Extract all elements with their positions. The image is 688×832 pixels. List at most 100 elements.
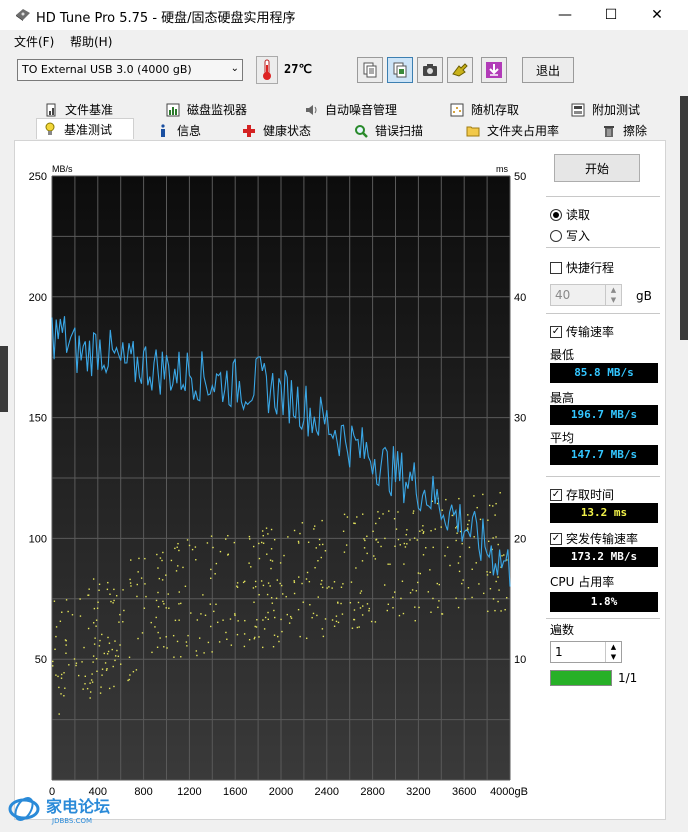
access-time-point [65,644,67,646]
access-time-point [91,681,94,683]
access-time-point [178,619,180,621]
access-time-point [501,555,503,557]
access-time-point [159,557,162,559]
read-radio[interactable]: 读取 [550,206,590,223]
access-time-point [275,597,278,599]
access-time-point [107,581,109,584]
access-time-point [270,548,273,550]
access-time-point [322,635,325,638]
access-time-point [281,630,283,633]
access-time-point [312,612,315,615]
access-time-point [174,547,176,550]
access-time-point [500,610,502,612]
write-radio[interactable]: 写入 [550,227,590,244]
access-time-point [198,637,201,639]
access-time-point [157,591,159,594]
access-time-point [227,534,229,537]
tab-extra-tests[interactable]: 附加测试 [571,99,640,120]
access-time-point [99,639,101,642]
access-time-point [233,541,236,544]
access-time-point [288,622,291,624]
access-time-checkbox[interactable]: ✓ 存取时间 [550,486,614,503]
transfer-rate-checkbox[interactable]: ✓ 传输速率 [550,323,614,340]
access-time-point [427,591,430,593]
access-time-point [174,619,177,622]
access-time-point [399,544,401,546]
access-time-point [286,613,288,616]
y-right-tick-label: 30 [514,413,526,425]
cpu-label: CPU 占用率 [550,575,615,589]
close-button[interactable]: ✕ [634,0,680,30]
access-time-point [84,675,86,678]
access-time-point [159,637,161,639]
access-time-point [219,550,222,553]
access-time-point [476,506,478,509]
access-time-point [65,599,68,601]
access-time-point [468,519,470,522]
passes-spinner[interactable]: 1 ▲ ▼ [550,641,622,663]
access-time-point [248,639,251,641]
access-time-point [96,670,98,673]
access-time-point [163,646,165,648]
access-time-point [498,589,500,591]
burst-rate-checkbox[interactable]: ✓ 突发传输速率 [550,530,638,547]
access-time-point [499,492,501,494]
access-time-point [335,620,338,623]
access-time-point [83,646,85,649]
access-time-point [317,560,319,562]
access-time-point [403,542,406,545]
access-time-point [471,596,473,599]
access-time-point [107,636,109,639]
access-time-point [280,584,283,587]
access-time-point [273,538,276,541]
access-time-point [118,621,120,623]
access-time-point [422,554,425,556]
access-time-point [283,554,285,557]
short-stroke-checkbox[interactable]: 快捷行程 [550,259,614,276]
spinner-arrows-icon: ▲ ▼ [605,642,621,662]
maximize-button[interactable]: ☐ [588,0,634,30]
access-time-point [112,665,114,668]
access-time-point [316,614,318,617]
access-time-point [178,549,180,552]
access-time-point [464,598,466,600]
access-time-point [114,655,117,657]
access-time-point [110,600,112,603]
cpu-value: 1.8% [550,592,658,612]
tab-erase[interactable]: 擦除 [602,120,647,141]
short-stroke-unit: gB [636,289,652,303]
access-time-point [445,498,447,501]
start-button[interactable]: 开始 [554,154,640,182]
access-time-point [207,641,210,644]
access-time-point [100,686,102,688]
access-time-point [75,664,77,667]
access-time-point [377,541,379,543]
access-time-point [298,576,300,578]
access-time-point [218,641,221,643]
avg-value: 147.7 MB/s [550,445,658,465]
access-time-point [368,610,370,612]
access-time-point [353,609,356,611]
access-time-point [95,625,97,627]
access-time-point [188,544,191,547]
access-time-point [417,572,420,574]
access-time-point [162,600,164,603]
access-time-point [59,620,62,622]
access-time-point [176,640,179,643]
access-time-point [269,559,272,561]
access-time-point [467,523,469,526]
short-stroke-spinner[interactable]: 40 ▲ ▼ [550,284,622,306]
access-time-point [373,555,375,557]
access-time-point [60,677,63,679]
access-time-point [471,568,473,571]
min-value: 85.8 MB/s [550,363,658,383]
access-time-point [98,589,100,591]
access-time-point [273,634,276,636]
access-time-point [87,627,90,630]
y-left-tick-label: 250 [29,171,47,183]
access-time-point [393,518,396,520]
access-time-point [416,539,418,541]
access-time-point [75,662,78,664]
access-time-point [60,693,62,695]
access-time-point [293,580,295,582]
